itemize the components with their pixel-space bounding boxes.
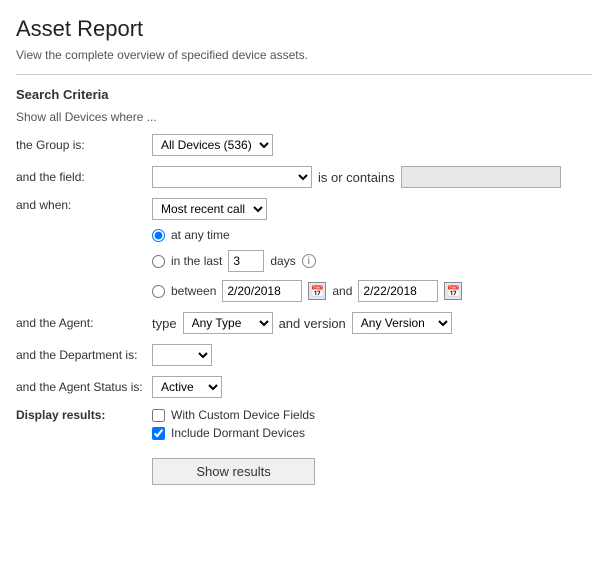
custom-fields-label: With Custom Device Fields xyxy=(171,408,315,422)
at-any-time-radio[interactable] xyxy=(152,229,165,242)
between-label: between xyxy=(171,284,216,298)
date-from-input[interactable] xyxy=(222,280,302,302)
between-row: between 📅 and 📅 xyxy=(152,280,462,302)
status-label: and the Agent Status is: xyxy=(16,380,146,394)
agent-row: and the Agent: type Any Type and version… xyxy=(16,312,592,334)
calendar-from-icon[interactable]: 📅 xyxy=(308,282,326,300)
when-label: and when: xyxy=(16,198,146,212)
page-title: Asset Report xyxy=(16,16,592,42)
display-results-block: With Custom Device Fields Include Dorman… xyxy=(152,408,315,485)
status-row: and the Agent Status is: Active Inactive… xyxy=(16,376,592,398)
divider xyxy=(16,74,592,75)
contains-input[interactable] xyxy=(401,166,561,188)
custom-fields-checkbox[interactable] xyxy=(152,409,165,422)
date-to-input[interactable] xyxy=(358,280,438,302)
when-select[interactable]: Most recent call xyxy=(152,198,267,220)
dept-row: and the Department is: xyxy=(16,344,592,366)
in-last-label: in the last xyxy=(171,254,222,268)
agent-type-label: type xyxy=(152,316,177,331)
group-select[interactable]: All Devices (536) xyxy=(152,134,273,156)
group-row: the Group is: All Devices (536) xyxy=(16,134,592,156)
dept-select[interactable] xyxy=(152,344,212,366)
custom-fields-row: With Custom Device Fields xyxy=(152,408,315,422)
at-any-time-label: at any time xyxy=(171,228,230,242)
between-radio[interactable] xyxy=(152,285,165,298)
status-select[interactable]: Active Inactive Any xyxy=(152,376,222,398)
info-icon: i xyxy=(302,254,316,268)
is-or-contains-label: is or contains xyxy=(318,170,395,185)
days-label: days xyxy=(270,254,295,268)
dept-label: and the Department is: xyxy=(16,348,146,362)
search-section-title: Search Criteria xyxy=(16,87,592,102)
show-all-label: Show all Devices where ... xyxy=(16,110,592,124)
and-label: and xyxy=(332,284,352,298)
when-block: Most recent call at any time in the last… xyxy=(152,198,462,302)
in-last-radio[interactable] xyxy=(152,255,165,268)
display-results-label: Display results: xyxy=(16,408,146,422)
dormant-checkbox[interactable] xyxy=(152,427,165,440)
at-any-time-row: at any time xyxy=(152,228,462,242)
agent-label: and the Agent: xyxy=(16,316,146,330)
show-results-button[interactable]: Show results xyxy=(152,458,315,485)
when-row: and when: Most recent call at any time i… xyxy=(16,198,592,302)
agent-version-label: and version xyxy=(279,316,346,331)
display-results-row: Display results: With Custom Device Fiel… xyxy=(16,408,592,485)
calendar-to-icon[interactable]: 📅 xyxy=(444,282,462,300)
when-select-wrapper: Most recent call xyxy=(152,198,462,220)
dormant-row: Include Dormant Devices xyxy=(152,426,315,440)
agent-version-select[interactable]: Any Version xyxy=(352,312,452,334)
field-select[interactable] xyxy=(152,166,312,188)
dormant-label: Include Dormant Devices xyxy=(171,426,305,440)
field-label: and the field: xyxy=(16,170,146,184)
agent-type-select[interactable]: Any Type xyxy=(183,312,273,334)
in-last-row: in the last days i xyxy=(152,250,462,272)
in-last-input[interactable] xyxy=(228,250,264,272)
field-row: and the field: is or contains xyxy=(16,166,592,188)
page-subtitle: View the complete overview of specified … xyxy=(16,48,592,62)
group-label: the Group is: xyxy=(16,138,146,152)
